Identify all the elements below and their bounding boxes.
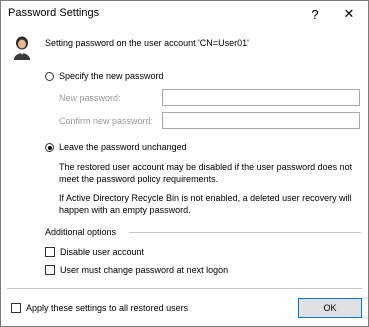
- heading-text: Setting password on the user account 'CN…: [45, 38, 249, 48]
- must-change-password-label[interactable]: User must change password at next logon: [60, 265, 228, 275]
- password-settings-dialog: Password Settings ? ✕ Setting password o…: [0, 0, 369, 327]
- apply-all-checkbox[interactable]: [11, 303, 21, 313]
- leave-unchanged-label[interactable]: Leave the password unchanged: [59, 142, 187, 152]
- footer-divider: [7, 288, 362, 289]
- new-password-field[interactable]: [162, 89, 360, 106]
- disabled-account-note: The restored user account may be disable…: [59, 162, 353, 184]
- specify-password-label[interactable]: Specify the new password: [59, 71, 164, 81]
- title-bar: Password Settings ? ✕: [1, 1, 368, 27]
- help-button[interactable]: ?: [298, 1, 332, 27]
- ok-button[interactable]: OK: [298, 298, 362, 318]
- disable-account-checkbox[interactable]: [45, 247, 55, 257]
- leave-unchanged-radio[interactable]: [45, 143, 54, 152]
- must-change-password-checkbox[interactable]: [45, 265, 55, 275]
- dialog-title: Password Settings: [8, 7, 100, 19]
- additional-options-title: Additional options: [45, 227, 117, 237]
- additional-options-divider: [129, 232, 361, 233]
- new-password-label: New password:: [59, 93, 121, 103]
- close-button[interactable]: ✕: [332, 1, 366, 27]
- disable-account-label[interactable]: Disable user account: [60, 247, 144, 257]
- user-avatar-icon: [14, 36, 30, 60]
- confirm-password-label: Confirm new password:: [59, 116, 154, 126]
- recycle-bin-note: If Active Directory Recycle Bin is not e…: [59, 193, 352, 215]
- apply-all-label[interactable]: Apply these settings to all restored use…: [26, 303, 188, 313]
- specify-password-radio[interactable]: [45, 72, 54, 81]
- confirm-password-field[interactable]: [162, 112, 360, 129]
